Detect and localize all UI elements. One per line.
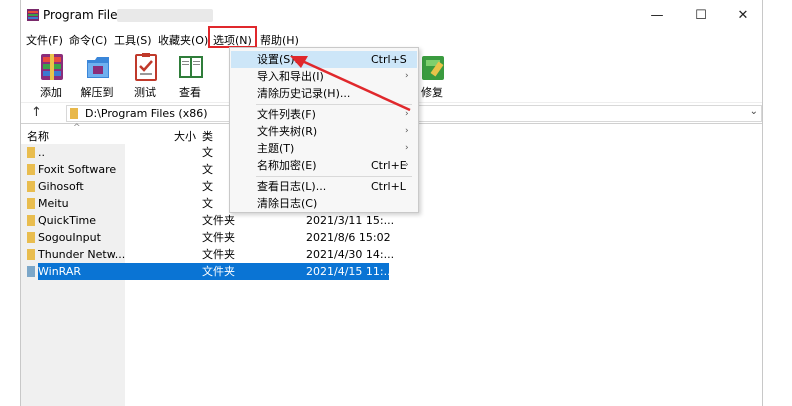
title-blurred-region	[117, 9, 213, 22]
archive-folder-icon	[27, 266, 35, 277]
menu-item-label: 文件列表(F)	[257, 108, 316, 121]
file-name: Thunder Netw...	[38, 248, 126, 261]
chevron-down-icon[interactable]: ⌄	[750, 106, 758, 117]
column-name[interactable]: 名称	[27, 128, 49, 144]
test-label: 测试	[134, 86, 156, 99]
folder-icon	[70, 108, 78, 119]
menu-item-label: 导入和导出(I)	[257, 70, 324, 83]
up-folder-icon[interactable]: ↑	[31, 105, 42, 120]
menu-tools[interactable]: 工具(S)	[114, 32, 152, 48]
file-type: 文	[202, 180, 213, 193]
menu-item-name-encryption[interactable]: 名称加密(E) Ctrl+E ›	[231, 157, 417, 174]
chevron-right-icon: ›	[405, 109, 409, 119]
chevron-right-icon: ›	[405, 143, 409, 153]
list-item[interactable]: SogouInput 文件夹 2021/8/6 15:02	[21, 229, 762, 246]
file-type: 文	[202, 197, 213, 210]
folder-icon	[27, 147, 35, 158]
test-button[interactable]: 测试	[124, 50, 166, 102]
file-type: 文件夹	[202, 231, 235, 244]
folder-icon	[27, 181, 35, 192]
menu-command[interactable]: 命令(C)	[69, 32, 107, 48]
file-date: 2021/3/11 15:...	[306, 214, 395, 227]
extract-folder-icon	[87, 57, 109, 78]
menu-item-label: 文件夹树(R)	[257, 125, 318, 138]
folder-icon	[27, 164, 35, 175]
menu-item-clear-history[interactable]: 清除历史记录(H)...	[231, 85, 417, 102]
view-label: 查看	[179, 86, 201, 99]
file-type: 文件夹	[202, 248, 235, 261]
menu-file[interactable]: 文件(F)	[26, 32, 63, 48]
file-name: Meitu	[38, 197, 69, 210]
file-type: 文	[202, 146, 213, 159]
menu-favorites[interactable]: 收藏夹(O)	[158, 32, 208, 48]
title-bar[interactable]: Program Files — ☐ ✕	[21, 0, 762, 32]
window-title: Program Files	[43, 8, 124, 22]
file-name: QuickTime	[38, 214, 97, 227]
folder-icon	[27, 249, 35, 260]
file-name: ..	[38, 146, 45, 159]
file-name: SogouInput	[38, 231, 101, 244]
menu-item-label: 设置(S)...	[257, 53, 306, 66]
extract-to-label: 解压到	[80, 86, 114, 99]
file-type: 文件夹	[202, 265, 235, 278]
add-archive-icon	[41, 54, 63, 80]
menu-item-import-export[interactable]: 导入和导出(I) ›	[231, 68, 417, 85]
winrar-app-icon	[27, 9, 39, 21]
file-name: WinRAR	[38, 263, 127, 280]
menu-item-folder-tree[interactable]: 文件夹树(R) ›	[231, 123, 417, 140]
list-item[interactable]: Thunder Netw... 文件夹 2021/4/30 14:...	[21, 246, 762, 263]
file-type: 文件夹	[202, 214, 235, 227]
menu-item-shortcut: Ctrl+L	[371, 180, 406, 193]
menu-bar: 文件(F) 命令(C) 工具(S) 收藏夹(O) 选项(N) 帮助(H)	[21, 29, 762, 49]
menu-help[interactable]: 帮助(H)	[260, 32, 299, 48]
list-item[interactable]: QuickTime 文件夹 2021/3/11 15:...	[21, 212, 762, 229]
add-label: 添加	[40, 86, 62, 99]
menu-item-shortcut: Ctrl+S	[371, 53, 407, 66]
folder-icon	[27, 215, 35, 226]
folder-icon	[27, 232, 35, 243]
extract-to-button[interactable]: 解压到	[76, 50, 118, 102]
menu-item-view-log[interactable]: 查看日志(L)... Ctrl+L	[231, 178, 417, 195]
column-size[interactable]: 大小	[174, 128, 196, 144]
menu-item-file-list[interactable]: 文件列表(F) ›	[231, 106, 417, 123]
menu-item-label: 主题(T)	[257, 142, 295, 155]
file-name: Foxit Software	[38, 163, 117, 176]
menu-item-label: 名称加密(E)	[257, 159, 317, 172]
options-highlight-box	[208, 26, 257, 48]
menu-item-label: 清除日志(C)	[257, 197, 318, 210]
chevron-right-icon: ›	[405, 126, 409, 136]
folder-icon	[27, 198, 35, 209]
sort-ascending-icon: ^	[73, 123, 81, 133]
menu-item-clear-log[interactable]: 清除日志(C)	[231, 195, 417, 212]
close-button[interactable]: ✕	[721, 0, 762, 32]
menu-item-settings[interactable]: 设置(S)... Ctrl+S	[231, 51, 417, 68]
winrar-window: Program Files — ☐ ✕ 文件(F) 命令(C) 工具(S) 收藏…	[20, 0, 763, 406]
menu-separator	[256, 104, 412, 105]
options-dropdown-menu: 设置(S)... Ctrl+S 导入和导出(I) › 清除历史记录(H)... …	[229, 47, 419, 213]
menu-item-theme[interactable]: 主题(T) ›	[231, 140, 417, 157]
chevron-right-icon: ›	[405, 71, 409, 81]
test-clipboard-icon	[135, 53, 157, 81]
view-button[interactable]: 查看	[169, 50, 211, 102]
minimize-button[interactable]: —	[635, 0, 679, 32]
list-item-selected[interactable]: WinRAR 文件夹 2021/4/15 11:...	[21, 263, 762, 280]
menu-separator	[256, 176, 412, 177]
menu-item-label: 查看日志(L)...	[257, 180, 327, 193]
add-button[interactable]: 添加	[30, 50, 72, 102]
menu-item-label: 清除历史记录(H)...	[257, 87, 351, 100]
column-type[interactable]: 类	[202, 128, 213, 144]
file-date: 2021/8/6 15:02	[306, 231, 391, 244]
file-date: 2021/4/30 14:...	[306, 248, 395, 261]
file-date: 2021/4/15 11:...	[306, 265, 395, 278]
repair-first-aid-icon	[422, 56, 444, 80]
file-type: 文	[202, 163, 213, 176]
menu-item-shortcut: Ctrl+E	[371, 159, 407, 172]
file-name: Gihosoft	[38, 180, 84, 193]
view-book-icon	[179, 56, 203, 78]
chevron-right-icon: ›	[405, 160, 409, 170]
address-path: D:\Program Files (x86)	[85, 107, 208, 120]
maximize-button[interactable]: ☐	[679, 0, 723, 32]
